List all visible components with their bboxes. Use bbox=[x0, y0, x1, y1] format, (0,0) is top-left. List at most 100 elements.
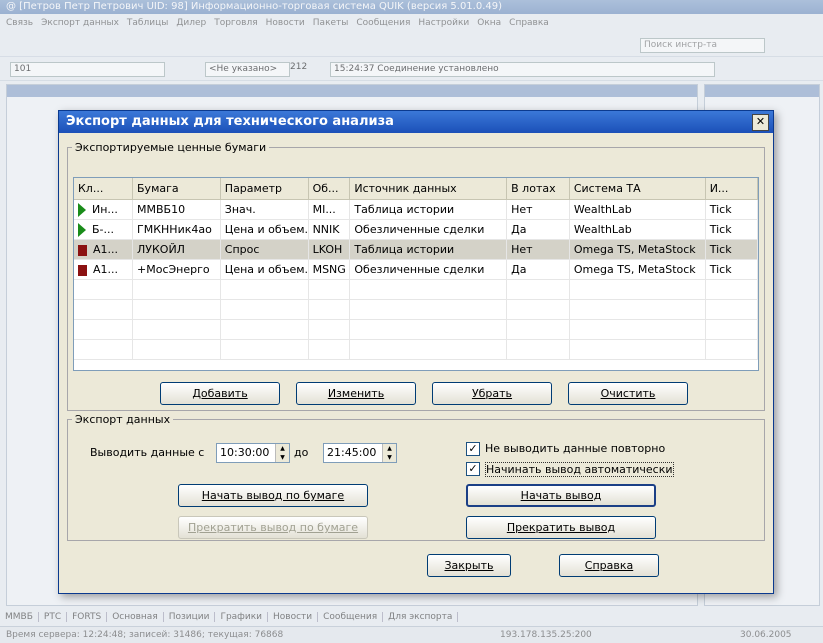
menu-item[interactable]: Связь bbox=[6, 18, 33, 28]
export-ta-dialog: Экспорт данных для технического анализа … bbox=[58, 110, 774, 594]
column-header[interactable]: В лотах bbox=[506, 178, 570, 200]
table-cell: Спрос bbox=[220, 239, 309, 260]
empty-row bbox=[74, 279, 758, 300]
column-header[interactable]: Об... bbox=[308, 178, 351, 200]
bottom-tab[interactable]: Сообщения bbox=[318, 612, 384, 622]
stop-export-button[interactable]: Прекратить вывод bbox=[466, 516, 656, 539]
account-select[interactable]: 101 bbox=[10, 62, 165, 77]
dialog-title-bar: Экспорт данных для технического анализа … bbox=[59, 111, 773, 133]
table-cell: LKOH bbox=[308, 239, 351, 260]
main-toolbar: Поиск инстр-та bbox=[0, 34, 823, 57]
table-row[interactable]: Б-... ГМКННик4ао Цена и объем... NNIK Обезли… bbox=[74, 219, 758, 240]
status-bar: Время сервера: 12:24:48; записей: 31486;… bbox=[0, 626, 823, 643]
bottom-tab[interactable]: Позиции bbox=[163, 612, 216, 622]
spin-arrows-icon[interactable]: ▲ ▼ bbox=[382, 444, 396, 462]
table-cell: Знач. bbox=[220, 199, 309, 220]
close-icon[interactable]: ✕ bbox=[752, 114, 769, 131]
filter-select[interactable]: <Не указано> bbox=[205, 62, 290, 77]
bottom-tab[interactable]: Для экспорта bbox=[383, 612, 459, 622]
table-cell: Цена и объем... bbox=[220, 259, 309, 280]
menu-item[interactable]: Справка bbox=[509, 18, 549, 28]
bottom-tab[interactable]: РТС bbox=[38, 612, 68, 622]
menu-item[interactable]: Настройки bbox=[418, 18, 469, 28]
stop-sec-export-button[interactable]: Прекратить вывод по бумаге bbox=[178, 516, 368, 539]
securities-group-label: Экспортируемые ценные бумаги bbox=[75, 141, 267, 154]
table-cell: Ин... bbox=[74, 199, 134, 220]
column-header[interactable]: Источник данных bbox=[349, 178, 508, 200]
cell-text: А1... bbox=[93, 263, 119, 276]
table-cell: Цена и объем... bbox=[220, 219, 309, 240]
column-header[interactable]: Бумага bbox=[132, 178, 221, 200]
time-to-field[interactable]: 21:45:00 ▲ ▼ bbox=[323, 443, 397, 463]
stopped-square-icon bbox=[78, 244, 87, 256]
table-cell: Tick bbox=[705, 259, 758, 280]
bottom-tab[interactable]: ММВБ bbox=[0, 612, 39, 622]
column-header[interactable]: Система ТА bbox=[569, 178, 706, 200]
menu-item[interactable]: Новости bbox=[266, 18, 305, 28]
table-cell: Таблица истории bbox=[349, 199, 508, 220]
table-cell: Tick bbox=[705, 219, 758, 240]
edit-button[interactable]: Изменить bbox=[296, 382, 416, 405]
column-header[interactable]: Кл... bbox=[74, 178, 134, 200]
table-cell: Нет bbox=[506, 199, 570, 220]
cell-text: А1... bbox=[93, 243, 119, 256]
bottom-tab-bar: ММВБ РТС FORTS Основная Позиции Графики Новост… bbox=[0, 609, 823, 625]
table-cell: MSNG bbox=[308, 259, 351, 280]
auto-start-label: Начинать вывод автоматически bbox=[485, 462, 674, 477]
export-group: Экспорт данных Выводить данные с 10:30:0… bbox=[67, 413, 765, 541]
close-button[interactable]: Закрыть bbox=[427, 554, 511, 577]
empty-row bbox=[74, 319, 758, 340]
menu-item[interactable]: Окна bbox=[477, 18, 501, 28]
help-button[interactable]: Справка bbox=[559, 554, 659, 577]
bottom-tab[interactable]: Новости bbox=[268, 612, 319, 622]
instrument-search-input[interactable]: Поиск инстр-та bbox=[640, 38, 765, 53]
menu-item[interactable]: Пакеты bbox=[313, 18, 349, 28]
menu-item[interactable]: Сообщения bbox=[356, 18, 410, 28]
table-cell: Tick bbox=[705, 239, 758, 260]
table-cell: Таблица истории bbox=[349, 239, 508, 260]
status-date: 30.06.2005 bbox=[740, 630, 792, 640]
table-cell: Omega TS, MetaStock bbox=[569, 239, 706, 260]
securities-table: Кл... Бумага Параметр Об... Источник данных В… bbox=[73, 177, 759, 371]
menu-item[interactable]: Торговля bbox=[214, 18, 257, 28]
column-header[interactable]: Параметр bbox=[220, 178, 309, 200]
menu-item[interactable]: Экспорт данных bbox=[41, 18, 119, 28]
spin-arrows-icon[interactable]: ▲ ▼ bbox=[275, 444, 289, 462]
stopped-square-icon bbox=[78, 264, 87, 276]
menu-item[interactable]: Таблицы bbox=[127, 18, 168, 28]
table-row[interactable]: А1... +МосЭнерго Цена и объем... MSNG Обезли… bbox=[74, 259, 758, 280]
remove-button[interactable]: Убрать bbox=[432, 382, 552, 405]
table-cell: Обезличенные сделки bbox=[349, 219, 508, 240]
table-row[interactable]: А1... ЛУКОЙЛ Спрос LKOH Таблица истории Нет Om… bbox=[74, 239, 758, 260]
bottom-tab[interactable]: Основная bbox=[107, 612, 164, 622]
menu-item[interactable]: Дилер bbox=[176, 18, 206, 28]
server-time: Время сервера: 12:24:48; записей: 31486;… bbox=[6, 630, 284, 640]
time-from-field[interactable]: 10:30:00 ▲ ▼ bbox=[216, 443, 290, 463]
table-cell: ЛУКОЙЛ bbox=[132, 239, 221, 260]
dialog-title: Экспорт данных для технического анализа bbox=[66, 114, 394, 129]
active-triangle-icon bbox=[78, 222, 86, 237]
table-cell: Да bbox=[506, 219, 570, 240]
table-header-row: Кл... Бумага Параметр Об... Источник данных В… bbox=[74, 178, 758, 200]
connection-status: 15:24:37 Соединение установлено bbox=[330, 62, 715, 77]
table-cell: MI... bbox=[308, 199, 351, 220]
table-row[interactable]: Ин... ММВБ10 Знач. MI... Таблица истории Нет W… bbox=[74, 199, 758, 220]
table-cell: Нет bbox=[506, 239, 570, 260]
clear-button[interactable]: Очистить bbox=[568, 382, 688, 405]
bottom-tab[interactable]: FORTS bbox=[67, 612, 108, 622]
active-triangle-icon bbox=[78, 202, 86, 217]
output-from-label: Выводить данные с bbox=[90, 446, 205, 459]
to-label: до bbox=[294, 446, 309, 459]
table-cell: Да bbox=[506, 259, 570, 280]
no-repeat-checkbox[interactable]: ✓ bbox=[466, 442, 480, 456]
empty-row bbox=[74, 339, 758, 360]
start-export-button[interactable]: Начать вывод bbox=[466, 484, 656, 507]
table-cell: А1... bbox=[74, 259, 134, 280]
add-button[interactable]: Добавить bbox=[160, 382, 280, 405]
secondary-toolbar: 101 <Не указано> 212 15:24:37 Соединение… bbox=[0, 58, 823, 81]
auto-start-checkbox[interactable]: ✓ bbox=[466, 462, 480, 476]
bottom-tab[interactable]: Графики bbox=[215, 612, 269, 622]
column-header[interactable]: И... bbox=[705, 178, 758, 200]
table-cell: WealthLab bbox=[569, 199, 706, 220]
start-sec-export-button[interactable]: Начать вывод по бумаге bbox=[178, 484, 368, 507]
